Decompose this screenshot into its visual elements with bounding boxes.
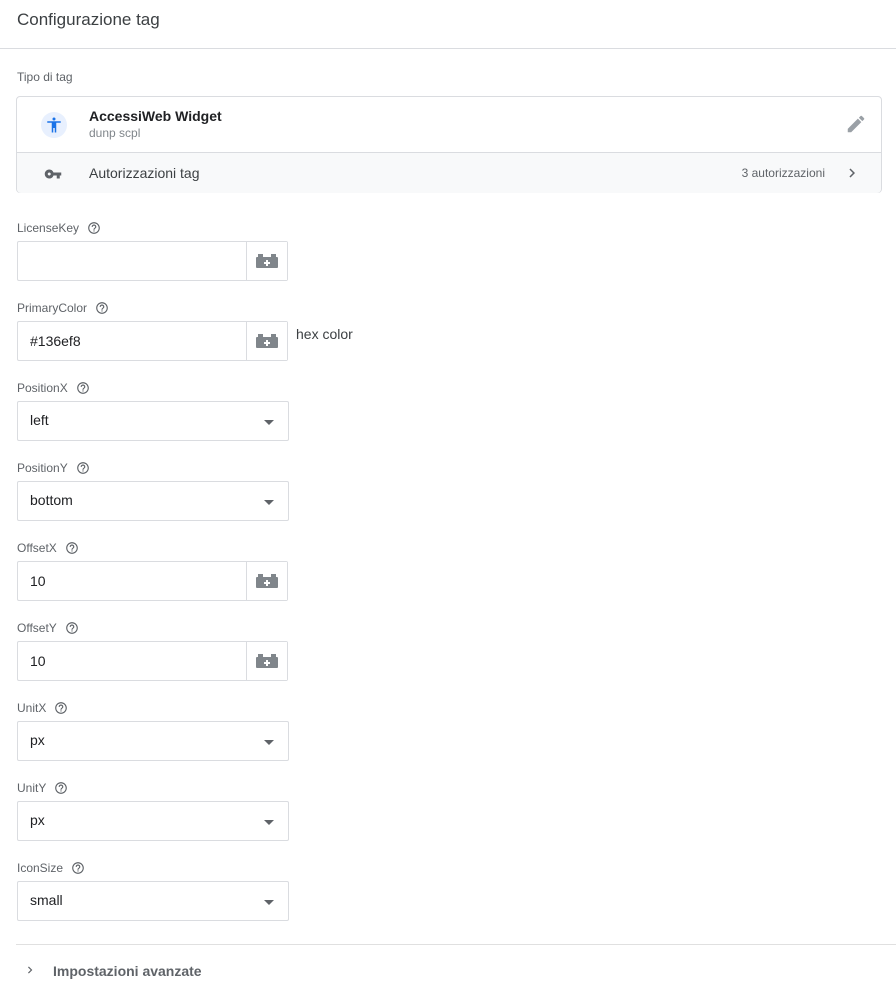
advanced-settings-toggle[interactable]: Impostazioni avanzate	[17, 955, 317, 985]
unit-x-select[interactable]: px	[17, 721, 289, 761]
help-icon[interactable]	[54, 701, 68, 715]
key-icon	[44, 165, 62, 188]
help-icon[interactable]	[65, 541, 79, 555]
position-y-label: PositionY	[17, 461, 90, 475]
tag-type-card: AccessiWeb Widget dunp scpl Autorizzazio…	[16, 96, 882, 193]
help-icon[interactable]	[71, 861, 85, 875]
permissions-label: Autorizzazioni tag	[89, 165, 200, 181]
license-key-label-text: LicenseKey	[17, 221, 80, 235]
help-icon[interactable]	[76, 381, 90, 395]
offset-y-field	[17, 641, 288, 681]
position-x-label: PositionX	[17, 381, 90, 395]
unit-y-label-text: UnitY	[17, 781, 47, 795]
license-key-variable-button[interactable]	[246, 242, 287, 280]
position-y-select[interactable]: bottom	[17, 481, 289, 521]
position-y-value: bottom	[30, 492, 73, 508]
chevron-right-icon	[23, 963, 37, 982]
dropdown-arrow-icon	[264, 500, 274, 505]
help-icon[interactable]	[65, 621, 79, 635]
primary-color-label: PrimaryColor	[17, 301, 109, 315]
advanced-settings-label: Impostazioni avanzate	[53, 963, 202, 979]
permissions-count: 3 autorizzazioni	[741, 166, 825, 180]
page-title: Configurazione tag	[17, 10, 160, 29]
icon-size-value: small	[30, 892, 63, 908]
offset-x-field	[17, 561, 288, 601]
variable-brick-icon	[256, 334, 278, 348]
variable-brick-icon	[256, 574, 278, 588]
page-header: Configurazione tag	[0, 0, 896, 49]
edit-pencil-icon[interactable]	[845, 113, 867, 140]
help-icon[interactable]	[54, 781, 68, 795]
offset-y-input[interactable]	[18, 642, 247, 680]
unit-y-label: UnitY	[17, 781, 68, 795]
accessibility-icon	[41, 112, 67, 138]
variable-brick-icon	[256, 254, 278, 268]
unit-y-select[interactable]: px	[17, 801, 289, 841]
unit-y-value: px	[30, 812, 45, 828]
position-y-label-text: PositionY	[17, 461, 68, 475]
primary-color-label-text: PrimaryColor	[17, 301, 88, 315]
unit-x-label-text: UnitX	[17, 701, 47, 715]
offset-y-label: OffsetY	[17, 621, 79, 635]
chevron-right-icon	[843, 164, 861, 187]
primary-color-variable-button[interactable]	[246, 322, 287, 360]
offset-y-variable-button[interactable]	[246, 642, 287, 680]
offset-x-label: OffsetX	[17, 541, 79, 555]
icon-size-label: IconSize	[17, 861, 85, 875]
offset-y-label-text: OffsetY	[17, 621, 57, 635]
license-key-label: LicenseKey	[17, 221, 101, 235]
position-x-value: left	[30, 412, 49, 428]
primary-color-hint: hex color	[296, 326, 353, 342]
position-x-label-text: PositionX	[17, 381, 68, 395]
license-key-field	[17, 241, 288, 281]
permissions-row[interactable]: Autorizzazioni tag 3 autorizzazioni	[17, 152, 881, 193]
tag-type-label: Tipo di tag	[17, 70, 73, 84]
footer-divider	[16, 944, 896, 945]
tag-subtitle: dunp scpl	[89, 126, 141, 140]
license-key-input[interactable]	[18, 242, 247, 280]
unit-x-value: px	[30, 732, 45, 748]
tag-type-row[interactable]: AccessiWeb Widget dunp scpl	[17, 97, 881, 152]
dropdown-arrow-icon	[264, 420, 274, 425]
position-x-select[interactable]: left	[17, 401, 289, 441]
help-icon[interactable]	[87, 221, 101, 235]
tag-name: AccessiWeb Widget	[89, 108, 222, 124]
icon-size-select[interactable]: small	[17, 881, 289, 921]
dropdown-arrow-icon	[264, 740, 274, 745]
primary-color-field	[17, 321, 288, 361]
primary-color-input[interactable]	[18, 322, 247, 360]
offset-x-input[interactable]	[18, 562, 247, 600]
offset-x-label-text: OffsetX	[17, 541, 57, 555]
icon-size-label-text: IconSize	[17, 861, 64, 875]
help-icon[interactable]	[76, 461, 90, 475]
unit-x-label: UnitX	[17, 701, 68, 715]
offset-x-variable-button[interactable]	[246, 562, 287, 600]
dropdown-arrow-icon	[264, 820, 274, 825]
dropdown-arrow-icon	[264, 900, 274, 905]
help-icon[interactable]	[95, 301, 109, 315]
variable-brick-icon	[256, 654, 278, 668]
